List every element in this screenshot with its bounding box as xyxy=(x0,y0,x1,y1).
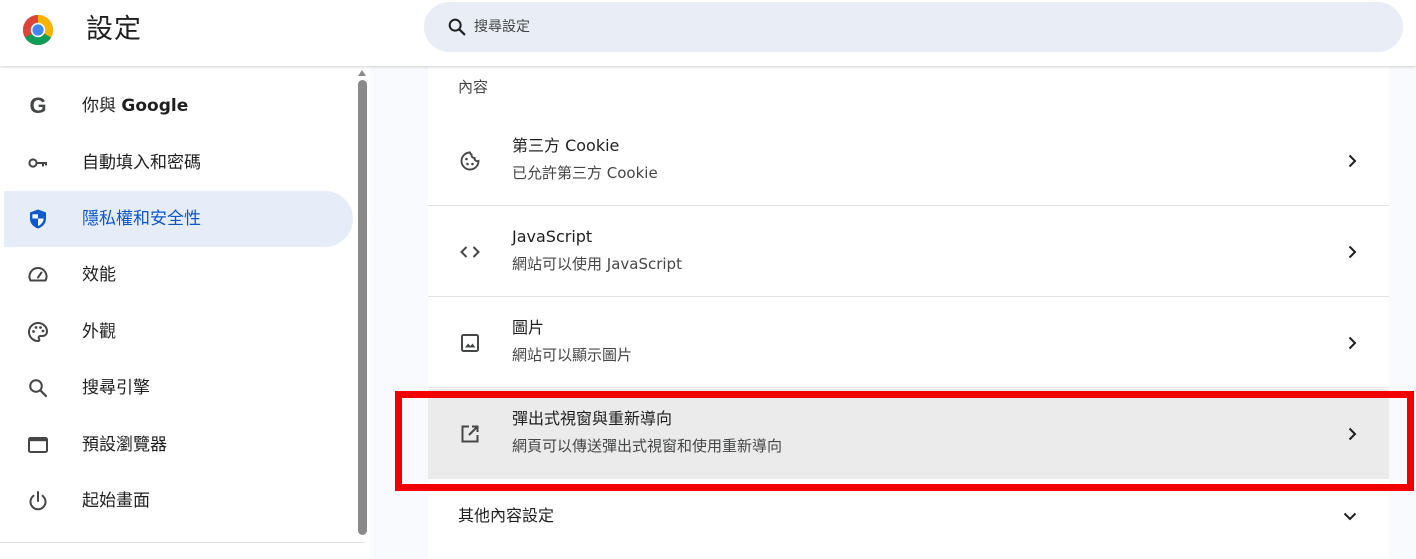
row-third-party-cookies[interactable]: 第三方 Cookie 已允許第三方 Cookie xyxy=(428,116,1389,206)
row-images[interactable]: 圖片 網站可以顯示圖片 xyxy=(428,298,1389,388)
open-in-new-icon xyxy=(461,425,479,443)
chevron-right-icon xyxy=(1348,154,1357,168)
scroll-up-arrow-icon[interactable] xyxy=(357,68,367,78)
sidebar-item-performance[interactable]: 效能 xyxy=(4,247,353,303)
chevron-right-icon xyxy=(1348,336,1357,350)
row-javascript[interactable]: JavaScript 網站可以使用 JavaScript xyxy=(428,207,1389,297)
chevron-down-icon xyxy=(1343,512,1357,521)
other-settings-label: 其他內容設定 xyxy=(458,506,555,525)
speedometer-icon xyxy=(28,267,48,282)
row-title: JavaScript xyxy=(512,227,593,246)
sidebar-item-label: 自動填入和密碼 xyxy=(82,153,201,173)
row-subtitle: 網站可以顯示圖片 xyxy=(512,346,633,364)
sidebar-item-appearance[interactable]: 外觀 xyxy=(4,304,353,360)
row-subtitle: 網頁可以傳送彈出式視窗和使用重新導向 xyxy=(512,437,783,455)
sidebar-item-label: 效能 xyxy=(82,265,116,285)
row-subtitle: 網站可以使用 JavaScript xyxy=(512,255,682,273)
search-box[interactable] xyxy=(424,2,1403,52)
sidebar-item-label: 隱私權和安全性 xyxy=(82,209,201,229)
sidebar-scrollbar-thumb[interactable] xyxy=(358,80,367,535)
row-additional-content-settings[interactable]: 其他內容設定 xyxy=(428,488,1389,544)
sidebar-item-autofill[interactable]: 自動填入和密碼 xyxy=(4,135,353,191)
row-title: 圖片 xyxy=(512,318,545,337)
sidebar-item-label: 外觀 xyxy=(82,322,116,342)
image-icon xyxy=(461,334,479,352)
page-title: 設定 xyxy=(86,14,142,45)
sidebar-item-label: 預設瀏覽器 xyxy=(82,435,167,455)
shield-icon xyxy=(30,209,46,229)
power-icon xyxy=(29,491,47,511)
section-title: 內容 xyxy=(458,78,489,96)
code-icon xyxy=(460,246,480,258)
search-icon xyxy=(29,379,48,398)
sidebar-item-privacy-security[interactable]: 隱私權和安全性 xyxy=(4,191,353,247)
sidebar-item-you-and-google[interactable]: G 你與 Google xyxy=(4,78,353,134)
search-input[interactable] xyxy=(474,19,1374,35)
search-icon xyxy=(448,18,466,36)
row-popups-redirects[interactable]: 彈出式視窗與重新導向 網頁可以傳送彈出式視窗和使用重新導向 xyxy=(428,389,1389,479)
chevron-right-icon xyxy=(1348,427,1357,441)
sidebar-item-label: 你與 xyxy=(82,96,122,116)
top-bar: 設定 xyxy=(0,0,1416,66)
key-icon xyxy=(28,158,47,168)
content-settings-card: 內容 第三方 Cookie 已允許第三方 Cookie JavaScript 網… xyxy=(428,66,1389,559)
chrome-logo-icon xyxy=(22,14,54,46)
sidebar-item-search-engine[interactable]: 搜尋引擎 xyxy=(4,360,353,416)
sidebar-item-label: 起始畫面 xyxy=(82,491,150,511)
row-subtitle: 已允許第三方 Cookie xyxy=(512,164,658,182)
sidebar-item-label-bold: Google xyxy=(121,96,189,116)
sidebar-item-label: 搜尋引擎 xyxy=(82,378,150,398)
chevron-right-icon xyxy=(1348,245,1357,259)
sidebar: G 你與 Google 自動填入和密碼 隱私權和安全性 效能 外觀 搜尋引擎 預… xyxy=(0,66,370,559)
palette-icon xyxy=(28,321,49,343)
row-title: 第三方 Cookie xyxy=(512,136,620,155)
sidebar-divider xyxy=(0,542,365,543)
sidebar-item-on-startup[interactable]: 起始畫面 xyxy=(4,473,353,529)
row-title: 彈出式視窗與重新導向 xyxy=(512,409,673,428)
google-g-icon: G xyxy=(29,93,47,118)
browser-window-icon xyxy=(28,437,48,453)
sidebar-item-default-browser[interactable]: 預設瀏覽器 xyxy=(4,417,353,473)
cookie-icon xyxy=(460,151,480,171)
